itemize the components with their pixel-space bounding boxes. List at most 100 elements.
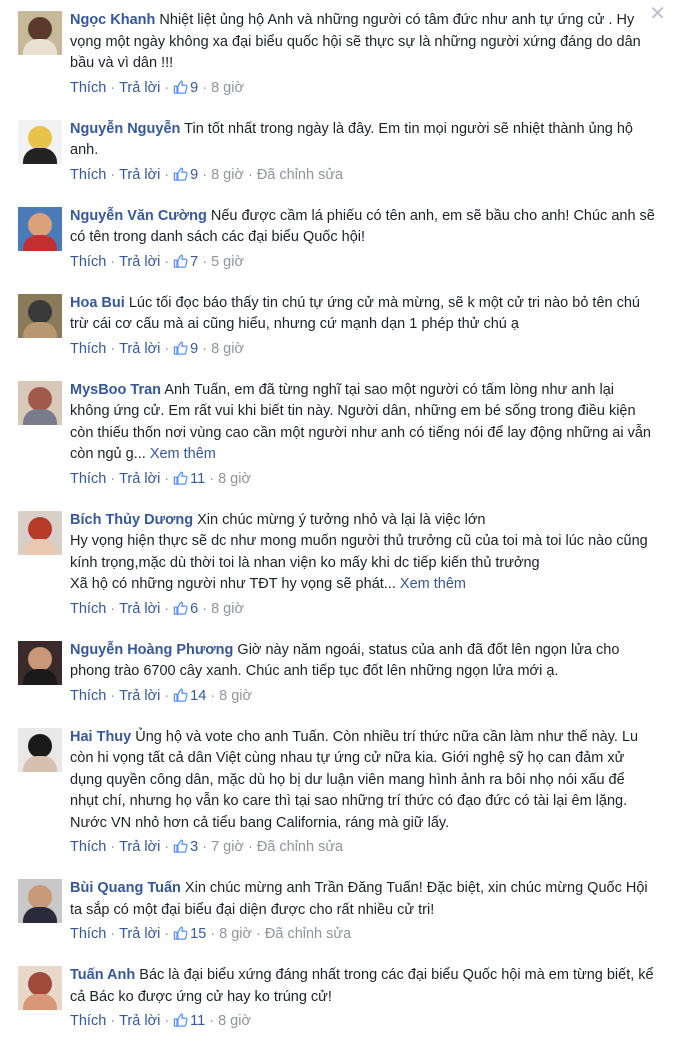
like-count-badge[interactable]: 9: [173, 167, 198, 183]
thumbs-up-icon: [173, 471, 188, 485]
commenter-name[interactable]: Tuấn Anh: [70, 967, 135, 983]
edited-label[interactable]: Đã chỉnh sửa: [265, 926, 351, 942]
avatar[interactable]: [18, 879, 62, 923]
like-link[interactable]: Thích: [70, 688, 106, 704]
see-more-link[interactable]: Xem thêm: [400, 576, 466, 592]
avatar[interactable]: [18, 966, 62, 1010]
reply-link[interactable]: Trả lời: [119, 341, 160, 357]
comment-item: Bích Thủy Dương Xin chúc mừng ý tưởng nh…: [0, 508, 680, 619]
comment-actions: Thích · Trả lời · 9 · 8 giờ: [70, 339, 656, 359]
timestamp[interactable]: 8 giờ: [211, 341, 244, 357]
like-link[interactable]: Thích: [70, 601, 106, 617]
separator-dot: ·: [110, 600, 116, 617]
avatar[interactable]: [18, 510, 62, 555]
separator-dot: ·: [110, 166, 116, 183]
like-count-badge[interactable]: 9: [173, 80, 198, 96]
like-link[interactable]: Thích: [70, 254, 106, 270]
see-more-link[interactable]: Xem thêm: [150, 446, 216, 462]
commenter-name[interactable]: MysBoo Tran: [70, 382, 161, 398]
avatar[interactable]: [18, 206, 62, 251]
thumbs-up-icon: [173, 167, 188, 181]
reply-link[interactable]: Trả lời: [119, 688, 160, 704]
edited-label[interactable]: Đã chỉnh sửa: [257, 167, 343, 183]
separator-dot: ·: [209, 1013, 215, 1029]
timestamp[interactable]: 8 giờ: [218, 1013, 251, 1029]
timestamp[interactable]: 8 giờ: [218, 471, 251, 487]
reply-link[interactable]: Trả lời: [119, 471, 160, 487]
timestamp[interactable]: 7 giờ: [211, 839, 244, 855]
comment-body: Ngọc Khanh Nhiệt liệt ủng hộ Anh và nhữn…: [70, 8, 656, 75]
like-link[interactable]: Thích: [70, 80, 106, 96]
commenter-name[interactable]: Hoa Bui: [70, 295, 125, 311]
like-link[interactable]: Thích: [70, 167, 106, 183]
commenter-name[interactable]: Nguyễn Văn Cường: [70, 208, 207, 224]
avatar[interactable]: [18, 380, 62, 425]
like-link[interactable]: Thích: [70, 926, 106, 942]
reply-link[interactable]: Trả lời: [119, 167, 160, 183]
like-count-badge[interactable]: 3: [173, 839, 198, 855]
timestamp[interactable]: 8 giờ: [219, 926, 252, 942]
commenter-name[interactable]: Ngọc Khanh: [70, 12, 155, 28]
comment-actions: Thích · Trả lời · 7 · 5 giờ: [70, 252, 656, 272]
avatar[interactable]: [18, 11, 62, 55]
like-count-badge[interactable]: 11: [173, 1013, 205, 1029]
reply-link[interactable]: Trả lời: [119, 839, 160, 855]
avatar[interactable]: [18, 293, 62, 338]
comment-body: Nguyễn Văn Cường Nếu được cầm lá phiếu c…: [70, 204, 656, 249]
comment-item: Nguyễn Nguyễn Tin tốt nhất trong ngày là…: [0, 117, 680, 185]
commenter-name[interactable]: Nguyễn Hoàng Phương: [70, 642, 233, 658]
separator-dot: ·: [164, 839, 170, 855]
separator-dot: ·: [202, 839, 208, 855]
comment-actions: Thích · Trả lời · 11 · 8 giờ: [70, 469, 656, 489]
like-count: 11: [190, 1013, 206, 1029]
reply-link[interactable]: Trả lời: [119, 254, 160, 270]
comment-body: Hai Thuy Ủng hộ và vote cho anh Tuấn. Cò…: [70, 725, 656, 835]
commenter-name[interactable]: Hai Thuy: [70, 729, 131, 745]
comment-actions: Thích · Trả lời · 15 · 8 giờ · Đã chỉnh sửa: [70, 924, 656, 944]
like-link[interactable]: Thích: [70, 1013, 106, 1029]
separator-dot: ·: [202, 79, 208, 96]
reply-link[interactable]: Trả lời: [119, 80, 160, 96]
separator-dot: ·: [202, 600, 208, 617]
commenter-name[interactable]: Nguyễn Nguyễn: [70, 121, 180, 137]
avatar[interactable]: [18, 119, 62, 164]
reply-link[interactable]: Trả lời: [119, 1013, 160, 1029]
timestamp[interactable]: 8 giờ: [211, 80, 244, 96]
avatar[interactable]: [18, 727, 62, 772]
like-count: 14: [190, 687, 207, 704]
avatar[interactable]: [18, 640, 62, 685]
comment-actions: Thích · Trả lời · 9 · 8 giờ: [70, 78, 656, 98]
like-count-badge[interactable]: 15: [173, 926, 206, 942]
comment-body: Hoa Bui Lúc tối đọc báo thấy tin chú tự …: [70, 291, 656, 336]
commenter-name[interactable]: Bùi Quang Tuấn: [70, 880, 181, 896]
like-count-badge[interactable]: 6: [173, 601, 198, 617]
like-link[interactable]: Thích: [70, 839, 106, 855]
separator-dot: ·: [164, 166, 170, 183]
comment-actions: Thích · Trả lời · 14 · 8 giờ: [70, 686, 656, 706]
timestamp[interactable]: 8 giờ: [211, 601, 244, 617]
comment-actions: Thích · Trả lời · 9 · 8 giờ · Đã chỉnh sửa: [70, 165, 656, 185]
thumbs-up-icon: [173, 601, 188, 615]
comment-body: Nguyễn Hoàng Phương Giờ này năm ngoái, s…: [70, 638, 656, 683]
comment-list: ✕ Ngọc Khanh Nhiệt liệt ủng hộ Anh và nh…: [0, 0, 680, 1031]
comment-body: Tuấn Anh Bác là đại biểu xứng đáng nhất …: [70, 963, 656, 1008]
like-count-badge[interactable]: 9: [173, 341, 198, 357]
like-count-badge[interactable]: 11: [173, 471, 205, 487]
timestamp[interactable]: 8 giờ: [219, 688, 252, 704]
reply-link[interactable]: Trả lời: [119, 926, 160, 942]
separator-dot: ·: [256, 926, 261, 942]
reply-link[interactable]: Trả lời: [119, 601, 160, 617]
timestamp[interactable]: 8 giờ: [211, 167, 244, 183]
like-link[interactable]: Thích: [70, 341, 106, 357]
thumbs-up-icon: [173, 80, 188, 94]
separator-dot: ·: [164, 926, 170, 942]
like-link[interactable]: Thích: [70, 471, 106, 487]
timestamp[interactable]: 5 giờ: [211, 254, 244, 270]
like-count-badge[interactable]: 14: [173, 688, 206, 704]
separator-dot: ·: [247, 166, 253, 183]
like-count-badge[interactable]: 7: [173, 254, 198, 270]
separator-dot: ·: [110, 1013, 116, 1029]
comment-actions: Thích · Trả lời · 3 · 7 giờ · Đã chỉnh sửa: [70, 837, 656, 857]
edited-label[interactable]: Đã chỉnh sửa: [257, 839, 343, 855]
commenter-name[interactable]: Bích Thủy Dương: [70, 512, 193, 528]
